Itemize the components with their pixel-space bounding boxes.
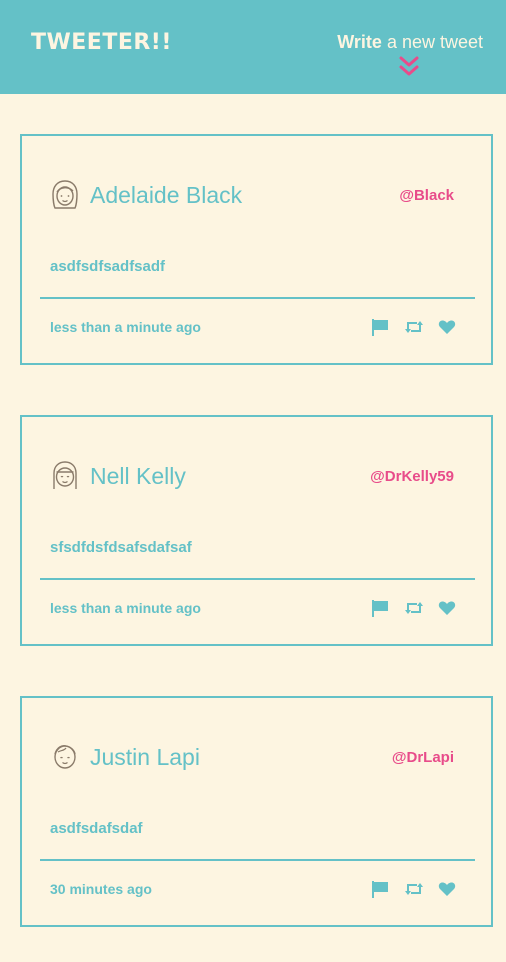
retweet-icon[interactable] (405, 880, 423, 898)
compose-label: a new tweet (381, 32, 483, 52)
author-name: Nell Kelly (90, 463, 186, 489)
flag-icon[interactable] (371, 318, 389, 336)
retweet-icon[interactable] (405, 599, 423, 617)
top-nav: TWEETER!! Write a new tweet (0, 0, 506, 94)
tweet-text: sfsdfdsfdsafsdafsaf (50, 539, 192, 556)
timestamp: less than a minute ago (50, 600, 201, 616)
compose-toggle[interactable]: Write a new tweet (337, 31, 483, 53)
girl-face-icon (53, 461, 77, 489)
man-face-icon (54, 745, 76, 769)
tweet-text: asdfsdfsadfsadf (50, 258, 166, 275)
divider (40, 297, 475, 299)
author-handle[interactable]: @DrLapi (392, 748, 454, 768)
flag-icon[interactable] (371, 599, 389, 617)
retweet-icon[interactable] (405, 318, 423, 336)
tweet-card: Justin Lapi @DrLapi asdfsdafsdaf 30 minu… (20, 696, 493, 927)
heart-icon[interactable] (438, 318, 456, 336)
timestamp: less than a minute ago (50, 319, 201, 335)
divider (40, 578, 475, 580)
tweet-text: asdfsdafsdaf (50, 820, 143, 837)
author-handle[interactable]: @Black (399, 186, 454, 206)
heart-icon[interactable] (438, 599, 456, 617)
flag-icon[interactable] (371, 880, 389, 898)
double-chevron-down-icon[interactable] (398, 55, 420, 77)
brand-logo[interactable]: TWEETER!! (31, 29, 172, 57)
author-name: Adelaide Black (90, 182, 243, 208)
timestamp: 30 minutes ago (50, 881, 152, 897)
author-name: Justin Lapi (90, 744, 200, 770)
tweet-card: Adelaide Black @Black asdfsdfsadfsadf le… (20, 134, 493, 365)
divider (40, 859, 475, 861)
compose-bold-label: Write (337, 32, 382, 52)
woman-face-icon (52, 180, 78, 209)
author-handle[interactable]: @DrKelly59 (370, 467, 454, 487)
tweet-card: Nell Kelly @DrKelly59 sfsdfdsfdsafsdafsa… (20, 415, 493, 646)
heart-icon[interactable] (438, 880, 456, 898)
